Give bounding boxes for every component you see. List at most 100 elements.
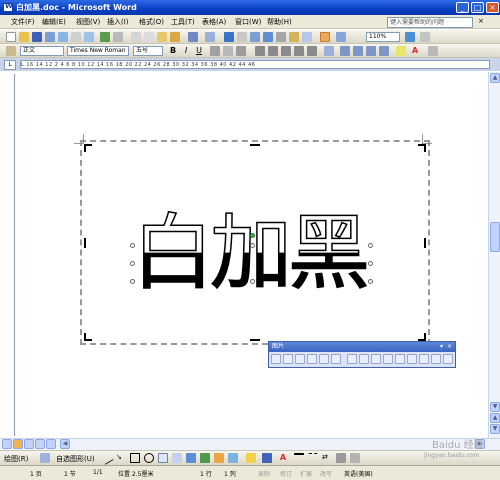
print-icon[interactable] bbox=[71, 32, 81, 42]
more-contrast-icon[interactable] bbox=[295, 354, 305, 364]
numbering-icon[interactable] bbox=[340, 46, 350, 56]
scroll-left-icon[interactable]: ◀ bbox=[60, 439, 70, 449]
phonetic-guide-icon[interactable] bbox=[428, 46, 438, 56]
more-brightness-icon[interactable] bbox=[319, 354, 329, 364]
more-options-icon[interactable] bbox=[443, 354, 453, 364]
bullets-icon[interactable] bbox=[353, 46, 363, 56]
menu-edit[interactable]: 编辑(E) bbox=[42, 17, 66, 27]
rotate-handle[interactable] bbox=[250, 233, 255, 238]
set-transparent-icon[interactable] bbox=[419, 354, 429, 364]
horizontal-ruler[interactable]: L 16 14 12 2 4 6 8 10 12 14 16 18 20 22 … bbox=[20, 60, 490, 69]
drawing-icon[interactable] bbox=[289, 32, 299, 42]
toolbar-close-icon[interactable]: × bbox=[447, 342, 452, 352]
picture-toolbar-title[interactable]: 图片 ▾ × bbox=[269, 342, 455, 352]
tables-borders-icon[interactable] bbox=[237, 32, 247, 42]
bold-icon[interactable]: B bbox=[168, 46, 178, 56]
menu-window[interactable]: 窗口(W) bbox=[235, 17, 261, 27]
scroll-thumb[interactable] bbox=[490, 222, 500, 252]
status-trk[interactable]: 修订 bbox=[280, 469, 292, 478]
outline-view-icon[interactable] bbox=[35, 439, 45, 449]
shadow-style-icon[interactable] bbox=[336, 453, 346, 463]
menu-tools[interactable]: 工具(T) bbox=[171, 17, 195, 27]
draw-font-color-icon[interactable]: A bbox=[278, 453, 288, 463]
3d-style-icon[interactable] bbox=[350, 453, 360, 463]
crop-handle[interactable] bbox=[424, 238, 426, 248]
vertical-ruler[interactable] bbox=[4, 74, 15, 436]
vertical-scrollbar[interactable]: ▲ ▼ ▲ ▼ bbox=[488, 72, 500, 438]
toolbar-options-icon[interactable]: ▾ bbox=[440, 342, 443, 352]
char-scale-icon[interactable] bbox=[236, 46, 246, 56]
web-view-icon[interactable] bbox=[13, 439, 23, 449]
color-icon[interactable] bbox=[283, 354, 293, 364]
menu-view[interactable]: 视图(V) bbox=[76, 17, 100, 27]
crop-handle[interactable] bbox=[250, 339, 260, 341]
format-painter-icon[interactable] bbox=[170, 32, 180, 42]
oval-icon[interactable] bbox=[144, 453, 154, 463]
horizontal-scrollbar[interactable]: ◀ ▶ bbox=[0, 438, 500, 450]
rotate-left-icon[interactable] bbox=[359, 354, 369, 364]
menu-help[interactable]: 帮助(H) bbox=[267, 17, 292, 27]
crop-handle[interactable] bbox=[418, 144, 426, 152]
menu-file[interactable]: 文件(F) bbox=[11, 17, 35, 27]
close-button[interactable]: × bbox=[486, 2, 499, 13]
line-style-icon[interactable] bbox=[371, 354, 381, 364]
textbox-icon[interactable] bbox=[158, 453, 168, 463]
draw-menu[interactable]: 绘图(R) bbox=[4, 454, 28, 464]
font-color-icon[interactable]: A bbox=[410, 46, 420, 56]
resize-handle[interactable] bbox=[250, 243, 255, 248]
resize-handle[interactable] bbox=[130, 261, 135, 266]
less-brightness-icon[interactable] bbox=[331, 354, 341, 364]
cut-icon[interactable] bbox=[131, 32, 141, 42]
resize-handle[interactable] bbox=[368, 261, 373, 266]
help-search-input[interactable]: 键入需要帮助的问题 bbox=[387, 17, 473, 28]
vertical-textbox-icon[interactable] bbox=[172, 453, 182, 463]
style-select[interactable]: 正文 bbox=[20, 46, 64, 56]
prev-page-icon[interactable]: ▲ bbox=[490, 413, 500, 423]
dash-style-icon[interactable] bbox=[308, 453, 318, 463]
research-icon[interactable] bbox=[113, 32, 123, 42]
compress-icon[interactable] bbox=[383, 354, 393, 364]
zoom-icon[interactable] bbox=[336, 32, 346, 42]
next-page-icon[interactable]: ▼ bbox=[490, 424, 500, 434]
status-ovr[interactable]: 改写 bbox=[320, 469, 332, 478]
minimize-button[interactable]: _ bbox=[456, 2, 469, 13]
crop-icon[interactable] bbox=[347, 354, 357, 364]
close-doc-icon[interactable]: × bbox=[478, 17, 484, 25]
italic-icon[interactable]: I bbox=[181, 46, 191, 56]
crop-handle[interactable] bbox=[418, 333, 426, 341]
insert-picture-icon[interactable] bbox=[271, 354, 281, 364]
save-icon[interactable] bbox=[32, 32, 42, 42]
redo-icon[interactable] bbox=[205, 32, 215, 42]
columns-icon[interactable] bbox=[276, 32, 286, 42]
word-app-icon[interactable] bbox=[3, 2, 13, 12]
print-view-icon[interactable] bbox=[24, 439, 34, 449]
resize-handle[interactable] bbox=[250, 279, 255, 284]
insert-table-icon[interactable] bbox=[250, 32, 260, 42]
resize-handle[interactable] bbox=[130, 279, 135, 284]
distributed-icon[interactable] bbox=[307, 46, 317, 56]
menu-table[interactable]: 表格(A) bbox=[202, 17, 226, 27]
text-wrapping-icon[interactable] bbox=[395, 354, 405, 364]
new-document-icon[interactable] bbox=[6, 32, 16, 42]
align-right-icon[interactable] bbox=[281, 46, 291, 56]
paste-icon[interactable] bbox=[157, 32, 167, 42]
crop-handle[interactable] bbox=[84, 238, 86, 248]
hyperlink-icon[interactable] bbox=[224, 32, 234, 42]
zoom-select[interactable]: 110% bbox=[366, 32, 400, 42]
fill-color-icon[interactable] bbox=[246, 453, 256, 463]
picture-icon[interactable] bbox=[228, 453, 238, 463]
increase-indent-icon[interactable] bbox=[379, 46, 389, 56]
format-picture-icon[interactable] bbox=[407, 354, 417, 364]
reset-picture-icon[interactable] bbox=[431, 354, 441, 364]
decrease-indent-icon[interactable] bbox=[366, 46, 376, 56]
normal-view-icon[interactable] bbox=[2, 439, 12, 449]
rectangle-icon[interactable] bbox=[130, 453, 140, 463]
read-icon[interactable] bbox=[420, 32, 430, 42]
show-hide-icon[interactable] bbox=[320, 32, 330, 42]
crop-handle[interactable] bbox=[84, 333, 92, 341]
diagram-icon[interactable] bbox=[200, 453, 210, 463]
copy-icon[interactable] bbox=[144, 32, 154, 42]
clipart-icon[interactable] bbox=[214, 453, 224, 463]
align-left-icon[interactable] bbox=[255, 46, 265, 56]
char-border-icon[interactable] bbox=[210, 46, 220, 56]
